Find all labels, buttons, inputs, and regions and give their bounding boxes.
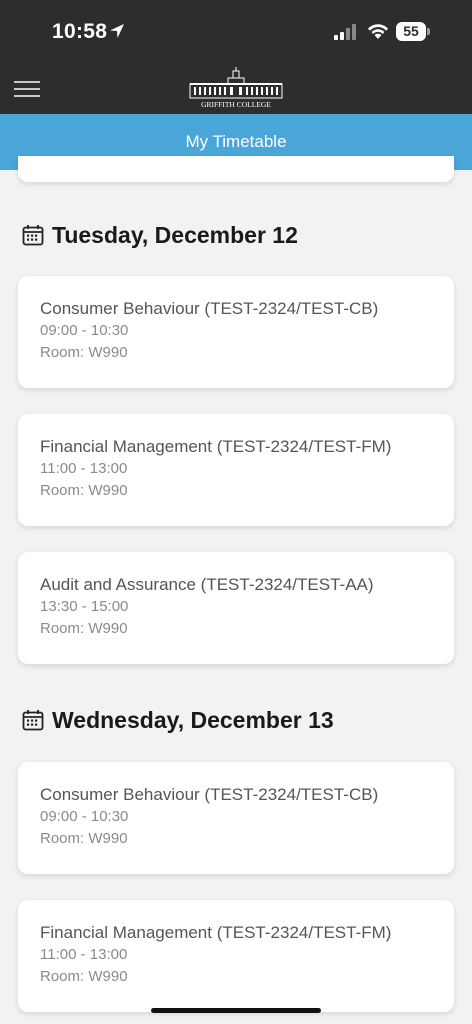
event-card[interactable]: Financial Management (TEST-2324/TEST-FM)… — [18, 414, 454, 526]
event-room: Room: W990 — [40, 482, 128, 499]
wifi-icon — [368, 24, 388, 39]
event-time: 09:00 - 10:30 — [40, 322, 129, 339]
event-title: Consumer Behaviour (TEST-2324/TEST-CB) — [40, 299, 379, 318]
hamburger-menu-icon[interactable] — [14, 80, 40, 98]
event-room: Room: W990 — [40, 620, 128, 637]
day-title: Tuesday, December 12 — [52, 221, 298, 248]
event-title: Audit and Assurance (TEST-2324/TEST-AA) — [40, 575, 374, 594]
day-title: Wednesday, December 13 — [52, 706, 334, 733]
event-room: Room: W990 — [40, 830, 128, 847]
event-title: Financial Management (TEST-2324/TEST-FM) — [40, 923, 392, 942]
event-card[interactable]: Audit and Assurance (TEST-2324/TEST-AA) … — [18, 552, 454, 664]
event-room: Room: W990 — [40, 968, 128, 985]
event-time: 13:30 - 15:00 — [40, 598, 129, 615]
cellular-signal-icon — [334, 24, 356, 40]
event-time: 11:00 - 13:00 — [40, 946, 128, 963]
event-time: 09:00 - 10:30 — [40, 808, 129, 825]
college-building-icon: GRIFFITH COLLEGE — [189, 67, 283, 109]
status-bar: 10:58 55 — [0, 0, 472, 62]
calendar-icon — [22, 225, 44, 246]
event-card[interactable]: Financial Management (TEST-2324/TEST-FM)… — [18, 900, 454, 1012]
battery-cap — [427, 28, 430, 35]
home-indicator[interactable] — [151, 1008, 321, 1013]
event-time: 11:00 - 13:00 — [40, 460, 128, 477]
day-header-tuesday: Tuesday, December 12 — [22, 218, 298, 252]
location-arrow-icon — [110, 24, 124, 38]
day-header-wednesday: Wednesday, December 13 — [22, 703, 334, 737]
college-logo: GRIFFITH COLLEGE — [188, 66, 284, 110]
battery-icon: 55 — [396, 22, 430, 41]
event-card[interactable]: Consumer Behaviour (TEST-2324/TEST-CB) 0… — [18, 276, 454, 388]
previous-event-card[interactable] — [18, 156, 454, 182]
app-header: GRIFFITH COLLEGE — [0, 62, 472, 114]
status-time: 10:58 — [52, 20, 108, 43]
event-card[interactable]: Consumer Behaviour (TEST-2324/TEST-CB) 0… — [18, 762, 454, 874]
battery-level: 55 — [396, 22, 426, 41]
event-title: Financial Management (TEST-2324/TEST-FM) — [40, 437, 392, 456]
logo-text: GRIFFITH COLLEGE — [201, 100, 271, 109]
calendar-icon — [22, 710, 44, 731]
event-room: Room: W990 — [40, 344, 128, 361]
event-title: Consumer Behaviour (TEST-2324/TEST-CB) — [40, 785, 379, 804]
